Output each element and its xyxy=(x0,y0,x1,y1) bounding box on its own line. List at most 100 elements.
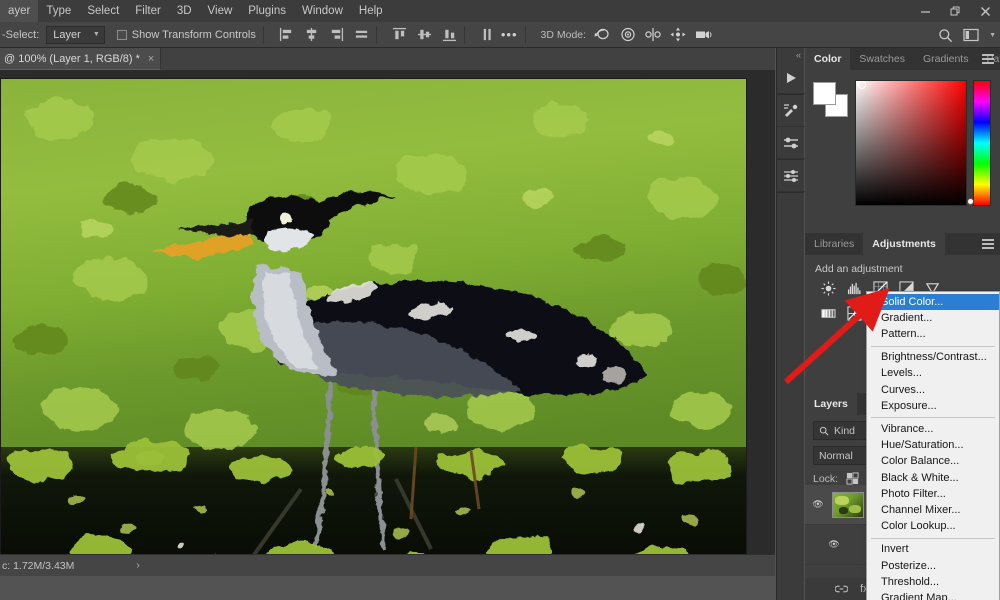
align-vertical-centers-icon[interactable] xyxy=(417,27,432,42)
layer-thumbnail[interactable] xyxy=(832,491,864,518)
search-icon[interactable] xyxy=(938,28,953,43)
menu-item-gradient[interactable]: Gradient... xyxy=(867,310,999,326)
workspace-icon[interactable] xyxy=(963,28,979,42)
menu-item-invert[interactable]: Invert xyxy=(867,542,999,558)
show-transform-controls-label: Show Transform Controls xyxy=(131,28,256,41)
minimize-icon[interactable] xyxy=(910,0,940,22)
gradient-map-icon[interactable] xyxy=(821,306,836,321)
menu-item-black-and-white[interactable]: Black & White... xyxy=(867,470,999,486)
menu-item-levels[interactable]: Levels... xyxy=(867,366,999,382)
more-options-button[interactable]: ••• xyxy=(501,27,518,42)
align-top-edges-icon[interactable] xyxy=(392,27,407,42)
align-group-vertical xyxy=(392,27,457,42)
levels-icon[interactable] xyxy=(847,281,862,296)
layer-visibility-icon[interactable]: 👁 xyxy=(811,499,825,510)
tab-layers[interactable]: Layers xyxy=(805,393,857,415)
layer-visibility-icon[interactable]: 👁 xyxy=(827,539,841,550)
menu-item-hue-saturation[interactable]: Hue/Saturation... xyxy=(867,438,999,454)
brush-presets-icon[interactable] xyxy=(777,95,805,127)
align-left-edges-icon[interactable] xyxy=(279,27,294,42)
play-actions-icon[interactable] xyxy=(777,62,805,94)
menu-item-solid-color[interactable]: Solid Color... xyxy=(867,294,999,311)
menu-item-window[interactable]: Window xyxy=(294,0,351,22)
tab-color[interactable]: Color xyxy=(805,48,851,70)
hue-slider-handle[interactable] xyxy=(967,198,974,205)
link-layers-icon[interactable] xyxy=(835,584,848,594)
menu-item-posterize[interactable]: Posterize... xyxy=(867,558,999,574)
document-tab-title: @ 100% (Layer 1, RGB/8) * xyxy=(4,52,140,65)
close-icon[interactable] xyxy=(970,0,1000,22)
divider xyxy=(375,25,377,44)
menu-item-photo-filter[interactable]: Photo Filter... xyxy=(867,486,999,502)
orbit-3d-icon[interactable] xyxy=(594,27,611,42)
adjustments-panel-tabs: Libraries Adjustments xyxy=(805,233,1000,255)
divider xyxy=(463,25,465,44)
menu-item-layer[interactable]: ayer xyxy=(0,0,39,22)
slide-3d-icon[interactable] xyxy=(670,27,686,42)
rail-group-3 xyxy=(777,160,805,193)
close-icon[interactable]: × xyxy=(148,53,154,65)
tab-libraries[interactable]: Libraries xyxy=(805,233,863,255)
foreground-color-swatch[interactable] xyxy=(813,82,836,105)
menu-bar: ayer Type Select Filter 3D View Plugins … xyxy=(0,0,1000,22)
menu-item-vibrance[interactable]: Vibrance... xyxy=(867,421,999,437)
divider xyxy=(262,25,264,44)
menu-item-color-lookup[interactable]: Color Lookup... xyxy=(867,519,999,535)
menu-item-curves[interactable]: Curves... xyxy=(867,382,999,398)
select-target-label: -Select: xyxy=(2,28,40,41)
menu-item-brightness-contrast[interactable]: Brightness/Contrast... xyxy=(867,350,999,366)
menu-item-gradient-map[interactable]: Gradient Map... xyxy=(867,590,999,600)
distribute-horizontally-icon[interactable] xyxy=(354,27,369,42)
brightness-contrast-icon[interactable] xyxy=(821,281,836,296)
tab-gradients[interactable]: Gradients xyxy=(914,48,978,70)
tool-presets-icon[interactable] xyxy=(777,127,805,159)
canvas-area[interactable]: c: 1.72M/3.43M › xyxy=(0,70,775,576)
panel-menu-icon[interactable] xyxy=(982,239,994,251)
color-lookup-icon[interactable] xyxy=(847,306,862,321)
tab-adjustments[interactable]: Adjustments xyxy=(863,233,945,255)
menu-item-help[interactable]: Help xyxy=(351,0,391,22)
align-right-edges-icon[interactable] xyxy=(329,27,344,42)
menu-item-select[interactable]: Select xyxy=(79,0,127,22)
distribute-vertically-icon[interactable] xyxy=(480,27,495,42)
chevron-down-icon[interactable]: ▼ xyxy=(989,32,996,39)
camera-3d-icon[interactable] xyxy=(695,27,713,42)
align-group-horizontal xyxy=(279,27,369,42)
status-bar: c: 1.72M/3.43M › xyxy=(0,554,775,576)
hue-slider[interactable] xyxy=(973,80,991,206)
tab-swatches[interactable]: Swatches xyxy=(850,48,914,70)
menu-item-threshold[interactable]: Threshold... xyxy=(867,574,999,590)
document-tab[interactable]: @ 100% (Layer 1, RGB/8) * × xyxy=(0,48,162,70)
restore-icon[interactable] xyxy=(940,0,970,22)
menu-item-view[interactable]: View xyxy=(200,0,241,22)
menu-item-exposure[interactable]: Exposure... xyxy=(867,398,999,414)
three-d-mode-label: 3D Mode: xyxy=(540,28,587,41)
select-target-value: Layer xyxy=(53,28,81,41)
menu-item-3d[interactable]: 3D xyxy=(169,0,200,22)
align-bottom-edges-icon[interactable] xyxy=(442,27,457,42)
select-target-dropdown[interactable]: Layer ▼ xyxy=(46,25,105,44)
adjustment-layer-context-menu: Solid Color... Gradient... Pattern... Br… xyxy=(866,291,1000,600)
adjustment-sliders-icon[interactable] xyxy=(777,160,805,192)
rail-group-2 xyxy=(777,95,805,160)
saturation-value-field[interactable] xyxy=(855,80,967,206)
document-canvas[interactable] xyxy=(0,78,747,574)
options-bar-right-icons: ▼ xyxy=(938,22,996,48)
show-transform-controls-checkbox[interactable]: Show Transform Controls xyxy=(116,28,256,41)
menu-item-pattern[interactable]: Pattern... xyxy=(867,326,999,342)
align-horizontal-centers-icon[interactable] xyxy=(304,27,319,42)
pan-3d-icon[interactable] xyxy=(645,27,661,42)
menu-item-type[interactable]: Type xyxy=(38,0,79,22)
menu-item-filter[interactable]: Filter xyxy=(127,0,169,22)
status-expand-icon[interactable]: › xyxy=(136,560,139,571)
lock-transparent-pixels-icon[interactable] xyxy=(846,472,859,485)
divider xyxy=(871,537,995,539)
three-d-mode-group xyxy=(594,27,713,42)
photoshop-window: ayer Type Select Filter 3D View Plugins … xyxy=(0,0,1000,600)
menu-item-channel-mixer[interactable]: Channel Mixer... xyxy=(867,502,999,518)
menu-item-plugins[interactable]: Plugins xyxy=(240,0,294,22)
menu-item-color-balance[interactable]: Color Balance... xyxy=(867,454,999,470)
roll-3d-icon[interactable] xyxy=(620,27,636,42)
panel-menu-icon[interactable] xyxy=(982,54,994,66)
collapse-panels-icon[interactable]: « xyxy=(777,48,804,62)
